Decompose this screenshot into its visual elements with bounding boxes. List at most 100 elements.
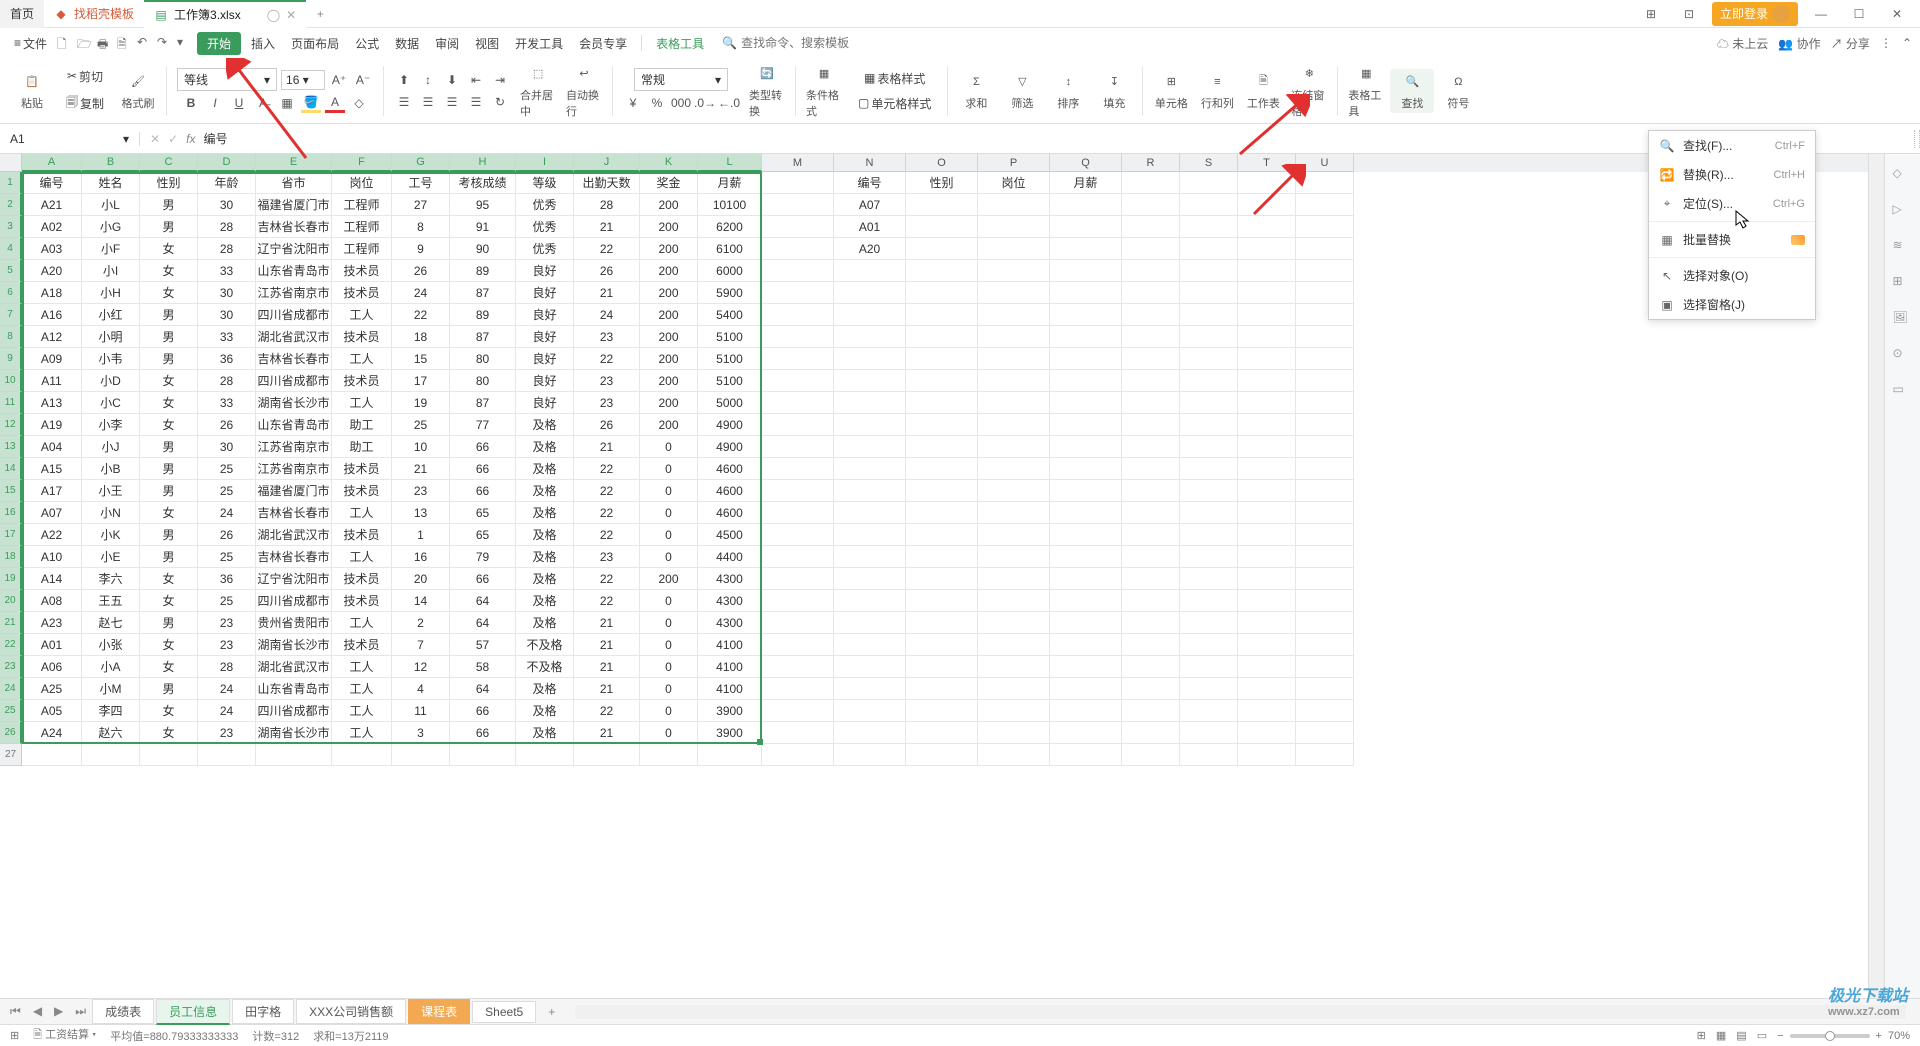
row-header-16[interactable]: 16 (0, 502, 22, 524)
row-header-14[interactable]: 14 (0, 458, 22, 480)
cell[interactable]: 23 (574, 370, 640, 392)
cell[interactable] (1296, 172, 1354, 194)
cell[interactable]: 24 (574, 304, 640, 326)
icon-dropdown[interactable]: ▾ (177, 35, 193, 51)
cell[interactable]: 77 (450, 414, 516, 436)
cell[interactable]: 优秀 (516, 238, 574, 260)
cell[interactable]: 4500 (698, 524, 762, 546)
cell[interactable]: 工程师 (332, 238, 392, 260)
cell[interactable]: A20 (22, 260, 82, 282)
sheet-add-icon[interactable]: + (538, 1005, 565, 1019)
row-header-17[interactable]: 17 (0, 524, 22, 546)
dd-goto[interactable]: ⌖ 定位(S)... Ctrl+G (1649, 189, 1815, 218)
cell[interactable] (1238, 436, 1296, 458)
cell[interactable]: 四川省成都市 (256, 304, 332, 326)
cell[interactable] (1180, 634, 1238, 656)
cell[interactable]: 月薪 (1050, 172, 1122, 194)
cell[interactable] (1238, 678, 1296, 700)
cell[interactable]: 小D (82, 370, 140, 392)
cell[interactable]: 小王 (82, 480, 140, 502)
cell[interactable]: 0 (640, 722, 698, 744)
cell[interactable] (1122, 590, 1180, 612)
cell[interactable]: A04 (22, 436, 82, 458)
cell[interactable]: 21 (574, 634, 640, 656)
italic-button[interactable]: I (205, 93, 225, 113)
cell[interactable]: 6000 (698, 260, 762, 282)
cell[interactable]: 0 (640, 634, 698, 656)
cell[interactable]: 小明 (82, 326, 140, 348)
cell[interactable]: 工人 (332, 722, 392, 744)
cell[interactable] (1296, 370, 1354, 392)
cell[interactable] (762, 634, 834, 656)
cell[interactable]: 工人 (332, 502, 392, 524)
align-top-icon[interactable]: ⬆ (394, 70, 414, 90)
cell[interactable]: 7 (392, 634, 450, 656)
accept-formula-icon[interactable]: ✓ (168, 132, 178, 146)
cell[interactable] (906, 216, 978, 238)
cell[interactable]: 10 (392, 436, 450, 458)
row-header-25[interactable]: 25 (0, 700, 22, 722)
cell[interactable]: 25 (198, 458, 256, 480)
percent-icon[interactable]: % (647, 93, 667, 113)
cell[interactable] (1180, 304, 1238, 326)
cell[interactable]: 湖北省武汉市 (256, 656, 332, 678)
cell[interactable] (1296, 524, 1354, 546)
cell[interactable] (1296, 590, 1354, 612)
cell[interactable]: 22 (392, 304, 450, 326)
cell[interactable]: 4400 (698, 546, 762, 568)
cell[interactable] (1238, 590, 1296, 612)
cell[interactable] (1238, 524, 1296, 546)
cell[interactable]: 0 (640, 480, 698, 502)
cell[interactable]: 四川省成都市 (256, 590, 332, 612)
cell[interactable] (834, 326, 906, 348)
cell[interactable]: 28 (198, 370, 256, 392)
cell[interactable] (392, 744, 450, 766)
cell[interactable] (1122, 480, 1180, 502)
cell[interactable] (906, 282, 978, 304)
cell[interactable] (978, 414, 1050, 436)
cell[interactable] (906, 678, 978, 700)
cell[interactable] (834, 392, 906, 414)
cell[interactable] (1180, 238, 1238, 260)
cell[interactable]: 女 (140, 568, 198, 590)
cell[interactable]: 男 (140, 524, 198, 546)
font-name-select[interactable]: 等线▾ (177, 68, 277, 91)
tab-workbook[interactable]: ▤ 工作簿3.xlsx ◯ ✕ (144, 0, 306, 28)
cell[interactable]: 0 (640, 612, 698, 634)
cell[interactable] (762, 392, 834, 414)
col-header-Q[interactable]: Q (1050, 154, 1122, 172)
cell[interactable] (1050, 568, 1122, 590)
cell[interactable] (1180, 392, 1238, 414)
cell[interactable]: 等级 (516, 172, 574, 194)
cell[interactable]: 湖北省武汉市 (256, 326, 332, 348)
cell[interactable]: 女 (140, 722, 198, 744)
cell[interactable]: 四川省成都市 (256, 700, 332, 722)
cell[interactable] (1296, 656, 1354, 678)
cell[interactable]: 小I (82, 260, 140, 282)
cell[interactable]: A01 (22, 634, 82, 656)
align-bot-icon[interactable]: ⬇ (442, 70, 462, 90)
cell[interactable]: 编号 (22, 172, 82, 194)
cell[interactable]: 4600 (698, 480, 762, 502)
cell[interactable]: 25 (392, 414, 450, 436)
cell[interactable] (1050, 546, 1122, 568)
cell[interactable] (332, 744, 392, 766)
cell[interactable] (762, 326, 834, 348)
window-minimize[interactable]: — (1806, 1, 1836, 27)
cell[interactable]: 200 (640, 216, 698, 238)
cell[interactable] (1122, 678, 1180, 700)
cell[interactable] (906, 656, 978, 678)
cell[interactable] (1050, 634, 1122, 656)
cell[interactable] (1296, 700, 1354, 722)
cell[interactable]: 男 (140, 546, 198, 568)
cell[interactable] (906, 458, 978, 480)
cell[interactable]: A21 (22, 194, 82, 216)
cell[interactable]: A07 (834, 194, 906, 216)
cell[interactable] (762, 678, 834, 700)
cell[interactable]: 技术员 (332, 568, 392, 590)
cell[interactable] (906, 392, 978, 414)
cell[interactable] (1122, 260, 1180, 282)
dd-replace[interactable]: 🔁 替换(R)... Ctrl+H (1649, 160, 1815, 189)
find-button[interactable]: 🔍查找 (1390, 69, 1434, 113)
vertical-scrollbar[interactable] (1868, 154, 1884, 998)
